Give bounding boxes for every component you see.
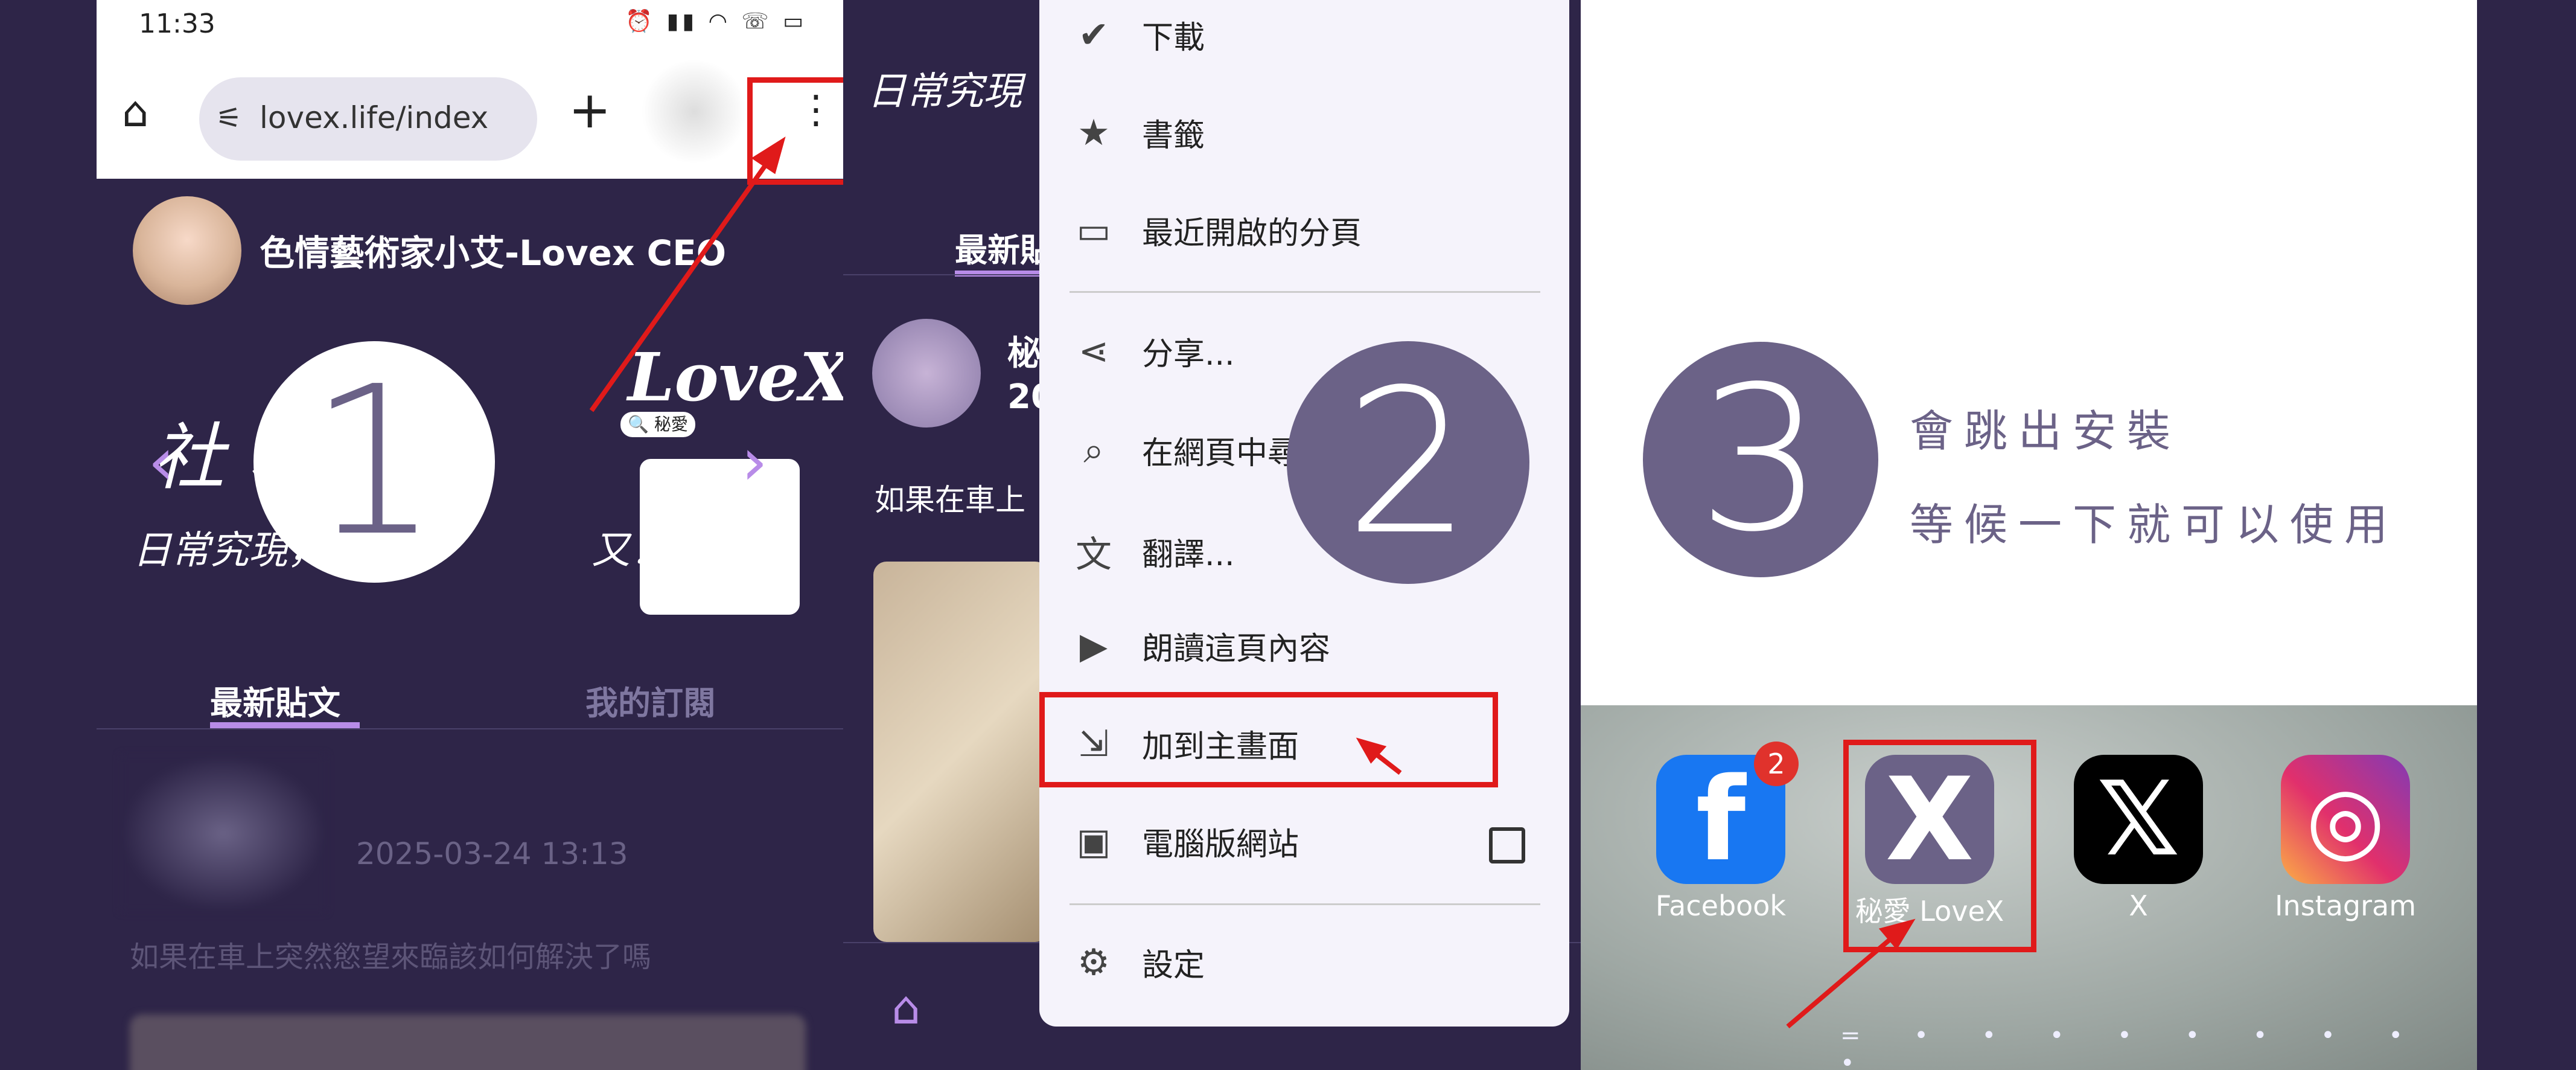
pointer-arrows [589, 136, 1916, 1029]
arrow-head [751, 136, 786, 175]
arrow-to-menu [589, 149, 778, 412]
arrow-to-lovex-app [1786, 927, 1903, 1029]
